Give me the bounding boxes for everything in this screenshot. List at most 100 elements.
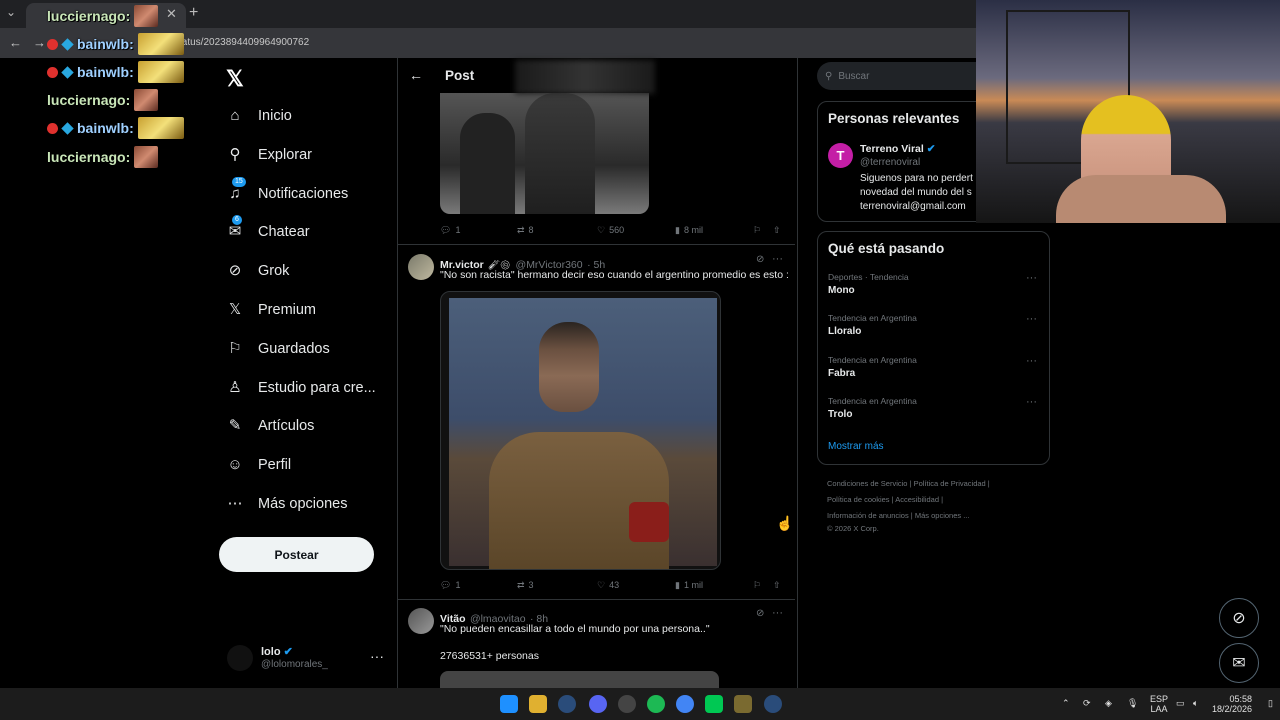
new-tab-icon[interactable]: + <box>189 4 198 22</box>
emote-icon <box>134 89 159 111</box>
sidebar-item-label: Explorar <box>258 146 312 163</box>
avatar[interactable]: T <box>828 143 853 168</box>
volume-icon[interactable]: 🔈︎ <box>1193 698 1198 709</box>
back-icon[interactable]: ← <box>9 35 22 50</box>
views-button[interactable]: ▮ 8 mil <box>675 223 703 237</box>
post-image[interactable] <box>440 93 649 214</box>
trend-name[interactable]: Trolo <box>828 409 852 420</box>
repost-button[interactable]: ⇄ 3 <box>517 578 534 592</box>
steam-icon[interactable] <box>558 695 576 713</box>
share-icon[interactable]: ⇧ <box>773 223 781 237</box>
more-icon[interactable]: ··· <box>772 607 783 619</box>
post-button[interactable]: Postear <box>219 537 374 572</box>
sidebar-item-label: Perfil <box>258 457 292 474</box>
avatar[interactable] <box>408 608 434 634</box>
views-button[interactable]: ▮ 1 mil <box>675 578 703 592</box>
sidebar-item-9[interactable]: ☺ Perfil <box>226 450 291 480</box>
like-button[interactable]: ♡ 560 <box>597 223 624 237</box>
grok-icon[interactable]: ⊘ <box>756 608 764 619</box>
sidebar-item-8[interactable]: ✎ Artículos <box>226 411 315 441</box>
more-icon[interactable]: ··· <box>1026 396 1037 408</box>
profile-name[interactable]: lolo ✔ <box>261 645 293 658</box>
forward-icon[interactable]: → <box>33 35 46 50</box>
sidebar-item-5[interactable]: 𝕏 Premium <box>226 295 316 325</box>
url-text[interactable]: status/2023894409964900762 <box>174 37 309 48</box>
views-icon: ▮ <box>675 224 680 235</box>
grok-icon: ⊘ <box>1232 610 1246 627</box>
badge-icon <box>47 66 58 78</box>
footer-link[interactable]: Política de cookies <box>827 495 890 504</box>
back-arrow-icon[interactable]: ← <box>409 67 423 83</box>
obs-icon[interactable] <box>618 695 636 713</box>
trend-name[interactable]: Mono <box>828 285 855 296</box>
x-logo-icon[interactable]: 𝕏 <box>226 66 244 92</box>
trend-category: Tendencia en Argentina <box>828 354 917 365</box>
language-indicator[interactable]: ESP LAA <box>1150 694 1168 714</box>
account-name[interactable]: Terreno Viral ✔ <box>860 143 936 155</box>
avatar[interactable] <box>408 254 434 280</box>
kick-icon[interactable] <box>705 695 723 713</box>
trend-name[interactable]: Fabra <box>828 368 855 379</box>
avatar[interactable] <box>227 645 253 671</box>
tray-sync-icon[interactable]: ⟳ <box>1083 698 1091 709</box>
tray-chevron-icon[interactable]: ⌃ <box>1062 698 1070 709</box>
grok-fab-button[interactable]: ⊘ <box>1219 598 1259 638</box>
sidebar-item-6[interactable]: ⚐ Guardados <box>226 334 330 364</box>
spotify-icon[interactable] <box>647 695 665 713</box>
reply-button[interactable]: 💬︎ 1 <box>440 578 460 592</box>
footer-link[interactable]: Información de anuncios <box>827 511 909 520</box>
more-icon[interactable]: ··· <box>1026 355 1037 367</box>
sidebar-item-2[interactable]: ♫ 15 Notificaciones <box>226 176 348 209</box>
app-icon[interactable] <box>734 695 752 713</box>
grok-icon[interactable]: ⊘ <box>756 254 764 265</box>
tab-search-icon[interactable]: ⌄ <box>6 5 16 19</box>
close-tab-icon[interactable]: ✕ <box>166 6 177 22</box>
sidebar-item-0[interactable]: ⌂ Inicio <box>226 101 291 131</box>
bookmark-icon[interactable]: ⚐ <box>753 223 761 237</box>
notification-badge: 6 <box>232 215 242 226</box>
footer-link[interactable]: Más opciones ... <box>915 511 970 520</box>
messages-fab-button[interactable]: ✉ <box>1219 643 1259 683</box>
footer-link[interactable]: Condiciones de Servicio <box>827 479 907 488</box>
post-image[interactable] <box>440 291 721 570</box>
more-icon[interactable]: ··· <box>1026 272 1037 284</box>
windows-start-icon[interactable] <box>500 695 518 713</box>
footer-link[interactable]: Accesibilidad <box>895 495 939 504</box>
sidebar-item-10[interactable]: ⋯ Más opciones <box>226 489 348 519</box>
file-explorer-icon[interactable] <box>529 695 547 713</box>
reply-button[interactable]: 💬︎ 1 <box>440 223 460 237</box>
repost-button[interactable]: ⇄ 8 <box>517 223 534 237</box>
sidebar-item-1[interactable]: ⚲ Explorar <box>226 140 313 170</box>
more-icon[interactable]: ··· <box>1026 313 1037 325</box>
share-icon[interactable]: ⇧ <box>773 578 781 592</box>
more-icon[interactable]: ··· <box>370 648 384 664</box>
search-input[interactable]: ⚲ Buscar <box>817 62 995 90</box>
like-button[interactable]: ♡ 43 <box>597 578 619 592</box>
emote-icon <box>134 146 159 168</box>
steam-icon[interactable] <box>764 695 782 713</box>
relevant-people-panel: Personas relevantes T Terreno Viral ✔ @t… <box>817 101 997 222</box>
panel-title: Qué está pasando <box>828 241 945 256</box>
bookmark-icon[interactable]: ⚐ <box>753 578 761 592</box>
chat-message: lucciernago: <box>47 88 159 112</box>
discord-icon[interactable] <box>589 695 607 713</box>
chrome-icon[interactable] <box>676 695 694 713</box>
tray-network-icon[interactable]: ◈ <box>1105 698 1112 709</box>
sidebar-item-4[interactable]: ⊘ Grok <box>226 256 290 286</box>
more-icon[interactable]: ··· <box>772 253 783 265</box>
post-image[interactable] <box>440 671 719 688</box>
clock[interactable]: 05:58 18/2/2026 <box>1210 694 1252 714</box>
trend-name[interactable]: Lloralo <box>828 326 861 337</box>
chat-username: lucciernago: <box>47 149 131 165</box>
sidebar-item-label: Guardados <box>258 340 330 357</box>
show-more-link[interactable]: Mostrar más <box>828 441 884 452</box>
sidebar-item-3[interactable]: ✉ 6 Chatear <box>226 215 310 247</box>
sidebar-item-7[interactable]: ♙ Estudio para cre... <box>226 373 375 403</box>
microphone-icon[interactable]: 🎙︎ <box>1127 698 1138 709</box>
display-icon[interactable]: ▭ <box>1176 698 1185 709</box>
sidebar-item-label: Chatear <box>258 224 310 241</box>
notifications-icon[interactable]: ▯ <box>1268 698 1273 709</box>
footer-link[interactable]: Política de Privacidad <box>914 479 986 488</box>
footer-links: Política de cookies | Accesibilidad | <box>827 495 944 504</box>
notification-badge: 15 <box>232 176 246 187</box>
